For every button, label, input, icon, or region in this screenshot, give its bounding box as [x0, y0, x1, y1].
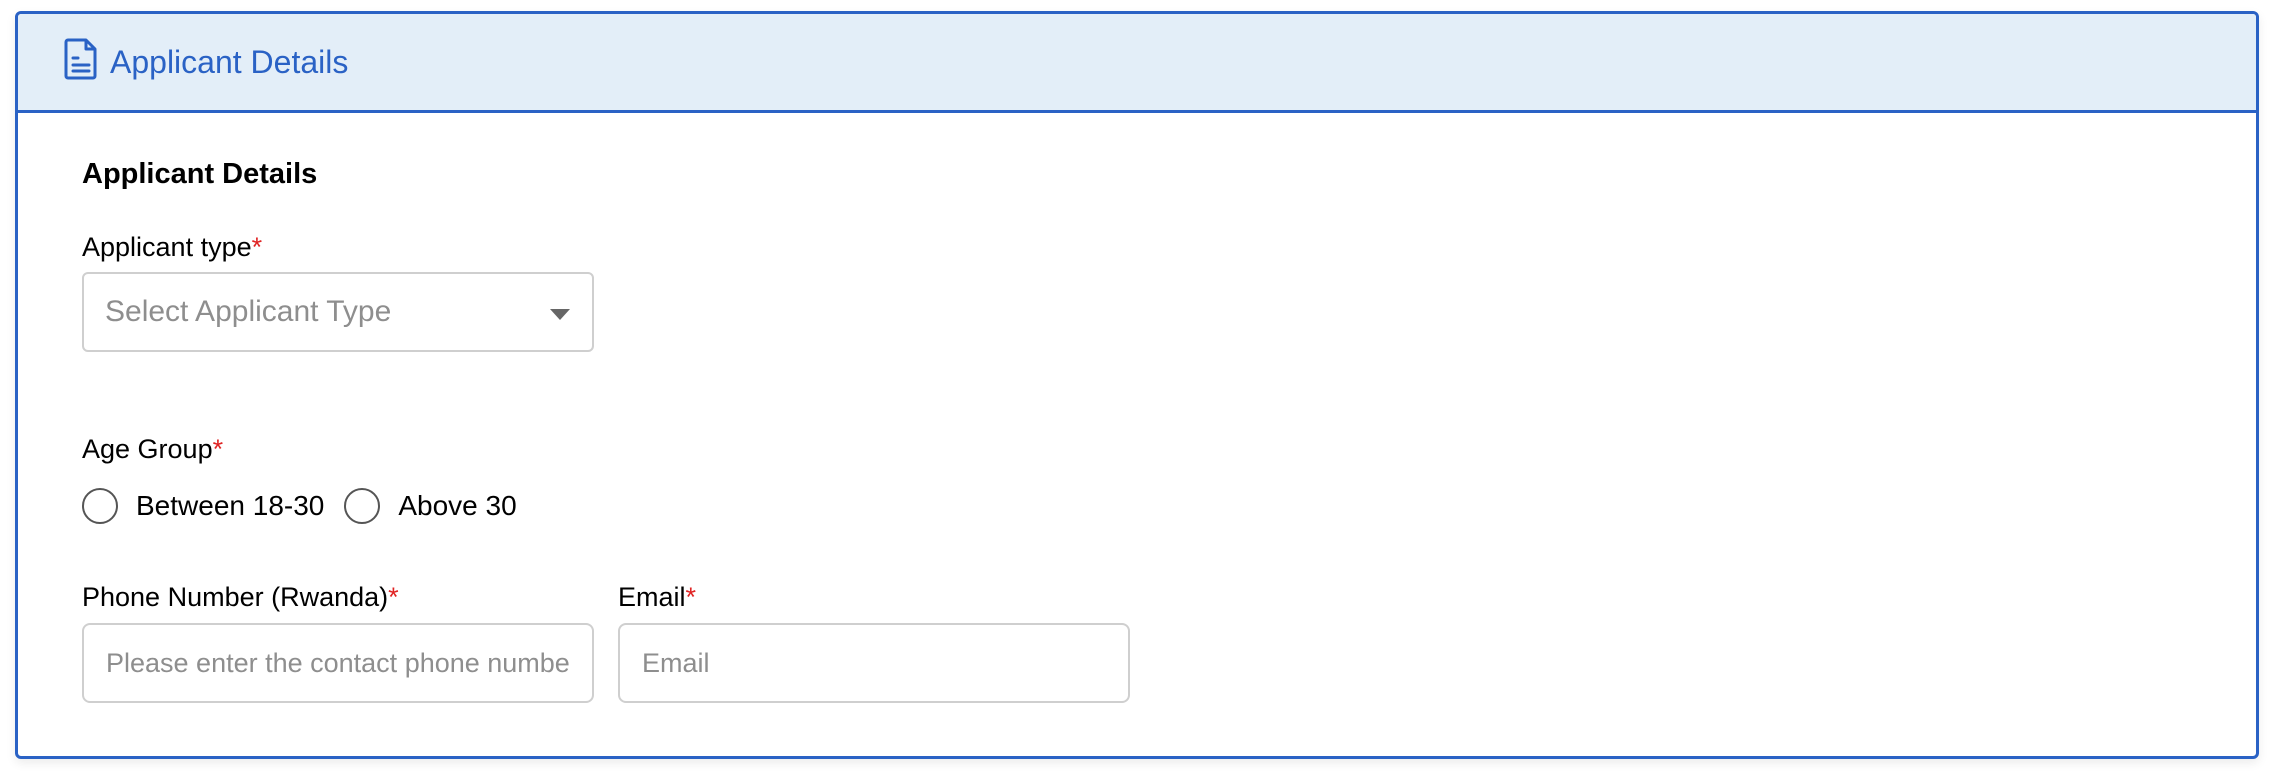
email-input[interactable] — [618, 623, 1130, 703]
panel-title: Applicant Details — [110, 44, 349, 80]
applicant-details-panel: Applicant Details Applicant Details Appl… — [15, 11, 2259, 759]
age-group-label: Age Group* — [82, 430, 223, 468]
applicant-type-select[interactable]: Select Applicant Type — [82, 272, 594, 352]
required-mark: * — [388, 582, 399, 612]
age-group-radio-group: Between 18-30 Above 30 — [82, 484, 537, 528]
radio-label: Between 18-30 — [136, 490, 325, 521]
age-group-option-above-30[interactable]: Above 30 — [344, 486, 517, 526]
phone-label: Phone Number (Rwanda)* — [82, 578, 399, 616]
panel-header[interactable]: Applicant Details — [18, 14, 2256, 113]
age-group-option-18-30[interactable]: Between 18-30 — [82, 486, 324, 526]
chevron-down-icon — [550, 309, 570, 320]
age-group-label-text: Age Group — [82, 434, 213, 464]
applicant-type-placeholder: Select Applicant Type — [105, 295, 392, 328]
phone-input[interactable] — [82, 623, 594, 703]
required-mark: * — [212, 434, 224, 464]
required-mark: * — [685, 582, 697, 612]
email-label-text: Email — [618, 582, 686, 612]
phone-label-text: Phone Number (Rwanda) — [82, 582, 389, 612]
radio-button[interactable] — [344, 488, 381, 524]
applicant-type-label: Applicant type* — [82, 228, 262, 266]
document-icon — [64, 38, 97, 80]
required-mark: * — [251, 232, 263, 262]
radio-button[interactable] — [82, 488, 118, 524]
applicant-type-label-text: Applicant type — [82, 232, 252, 262]
section-title: Applicant Details — [82, 158, 318, 190]
email-label: Email* — [618, 578, 696, 616]
radio-label: Above 30 — [398, 490, 517, 521]
